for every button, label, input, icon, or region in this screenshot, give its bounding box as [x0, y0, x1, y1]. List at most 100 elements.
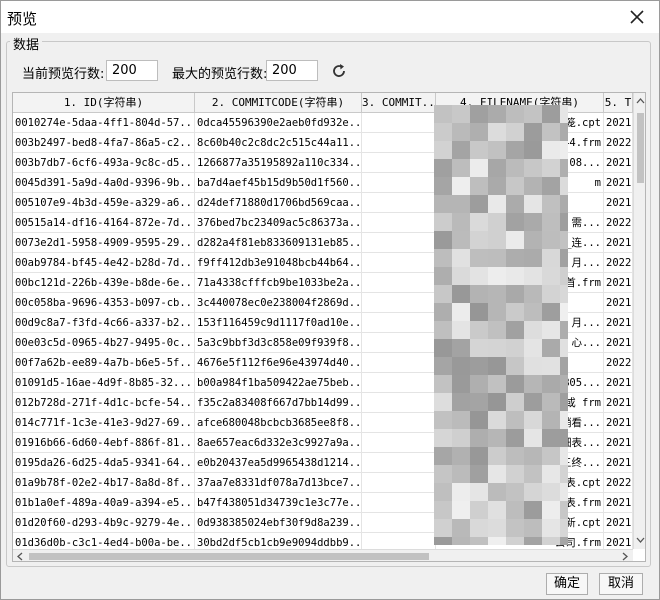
- blur-pixel: [434, 375, 452, 393]
- blur-pixel: [434, 429, 452, 447]
- blur-pixel: [542, 465, 560, 483]
- table-cell: 00bc121d-226b-439e-b8de-6e...: [13, 273, 195, 293]
- column-header-3[interactable]: 3. COMMIT...: [362, 93, 436, 113]
- column-header-5[interactable]: 5. T: [604, 93, 633, 113]
- refresh-icon: [333, 64, 345, 77]
- blur-pixel: [470, 339, 488, 357]
- column-header-1[interactable]: 1. ID(字符串): [13, 93, 195, 113]
- blur-pixel: [434, 267, 452, 285]
- ok-button[interactable]: 确定: [546, 573, 588, 595]
- blur-pixel: [560, 393, 568, 411]
- current-rows-input[interactable]: [106, 60, 158, 81]
- blur-pixel: [560, 465, 568, 483]
- table-cell: 2021-: [604, 113, 633, 133]
- blur-pixel: [506, 375, 524, 393]
- cancel-button[interactable]: 取消: [599, 573, 643, 595]
- horizontal-scrollbar[interactable]: [13, 549, 633, 561]
- table-cell: 2021-: [604, 453, 633, 473]
- vertical-scroll-thumb[interactable]: [637, 113, 644, 183]
- blur-pixel: [542, 519, 560, 537]
- table-cell: [362, 113, 436, 133]
- blur-pixel: [560, 447, 568, 465]
- table-cell: [362, 453, 436, 473]
- table-cell: 0dca45596390e2aeb0fd932e...: [195, 113, 362, 133]
- blur-pixel: [470, 249, 488, 267]
- vertical-scrollbar[interactable]: [633, 93, 645, 549]
- blur-pixel: [524, 177, 542, 195]
- table-cell: e0b20437ea5d9965438d1214...: [195, 453, 362, 473]
- blur-pixel: [524, 375, 542, 393]
- blur-pixel: [434, 357, 452, 375]
- blur-pixel: [452, 375, 470, 393]
- blur-pixel: [506, 519, 524, 537]
- table-cell: 0010274e-5daa-4ff1-804d-57...: [13, 113, 195, 133]
- blur-pixel: [434, 213, 452, 231]
- blur-pixel: [542, 195, 560, 213]
- blur-pixel: [560, 177, 568, 195]
- blur-pixel: [452, 321, 470, 339]
- blur-pixel: [488, 267, 506, 285]
- refresh-button[interactable]: [330, 62, 348, 80]
- blur-pixel: [506, 303, 524, 321]
- table-cell: 376bed7bc23409ac5c86373a...: [195, 213, 362, 233]
- blur-pixel: [470, 357, 488, 375]
- blur-pixel: [542, 141, 560, 159]
- table-cell: [362, 253, 436, 273]
- table-cell: b00a984f1ba509422ae75beb...: [195, 373, 362, 393]
- table-cell: 00d9c8a7-f3fd-4c66-a337-b2...: [13, 313, 195, 333]
- blur-pixel: [470, 231, 488, 249]
- table-cell: 2022-: [604, 213, 633, 233]
- blur-pixel: [434, 141, 452, 159]
- blur-pixel: [524, 537, 542, 545]
- table-cell: [362, 193, 436, 213]
- table-cell: ba7d4aef45b15d9b50d1f560...: [195, 173, 362, 193]
- blur-pixel: [452, 519, 470, 537]
- blur-pixel: [542, 177, 560, 195]
- close-button[interactable]: [627, 7, 647, 27]
- max-rows-input[interactable]: [266, 60, 318, 81]
- blur-pixel: [452, 123, 470, 141]
- column-header-2[interactable]: 2. COMMITCODE(字符串): [195, 93, 362, 113]
- table-cell: 0d938385024ebf30f9d8a239...: [195, 513, 362, 533]
- table-cell: 3c440078ec0e238004f2869d...: [195, 293, 362, 313]
- table-cell: 2021-: [604, 393, 633, 413]
- blur-pixel: [452, 303, 470, 321]
- table-cell: [362, 373, 436, 393]
- table-cell: 014c771f-1c3e-41e3-9d27-69...: [13, 413, 195, 433]
- data-group-label: 数据: [10, 34, 43, 53]
- blur-pixel: [434, 483, 452, 501]
- blur-pixel: [524, 501, 542, 519]
- blur-pixel: [488, 231, 506, 249]
- blur-pixel: [488, 141, 506, 159]
- blurred-region: [434, 105, 568, 545]
- table-cell: [362, 273, 436, 293]
- blur-pixel: [488, 519, 506, 537]
- blur-pixel: [560, 357, 568, 375]
- blur-pixel: [524, 411, 542, 429]
- table-cell: [362, 213, 436, 233]
- table-cell: [362, 333, 436, 353]
- blur-pixel: [524, 393, 542, 411]
- blur-pixel: [434, 285, 452, 303]
- table-cell: 2021-: [604, 433, 633, 453]
- table-cell: 1266877a35195892a110c334...: [195, 153, 362, 173]
- blur-pixel: [506, 177, 524, 195]
- table-cell: b47f438051d34739c1e3c77e...: [195, 493, 362, 513]
- table-cell: 00f7a62b-ee89-4a7b-b6e5-5f...: [13, 353, 195, 373]
- blur-pixel: [470, 429, 488, 447]
- blur-pixel: [434, 447, 452, 465]
- blur-pixel: [488, 249, 506, 267]
- table-cell: 2022-: [604, 253, 633, 273]
- table-cell: 00ab9784-bf45-4e42-b28d-7d...: [13, 253, 195, 273]
- blur-pixel: [488, 213, 506, 231]
- table-cell: 00515a14-df16-4164-872e-7d...: [13, 213, 195, 233]
- table-cell: 2021-: [604, 373, 633, 393]
- blur-pixel: [470, 393, 488, 411]
- blur-pixel: [560, 483, 568, 501]
- table-cell: f35c2a83408f667d7bb14d99...: [195, 393, 362, 413]
- table-cell: 2021-: [604, 313, 633, 333]
- horizontal-scroll-thumb[interactable]: [29, 553, 429, 560]
- blur-pixel: [542, 249, 560, 267]
- blur-pixel: [524, 267, 542, 285]
- blur-pixel: [542, 231, 560, 249]
